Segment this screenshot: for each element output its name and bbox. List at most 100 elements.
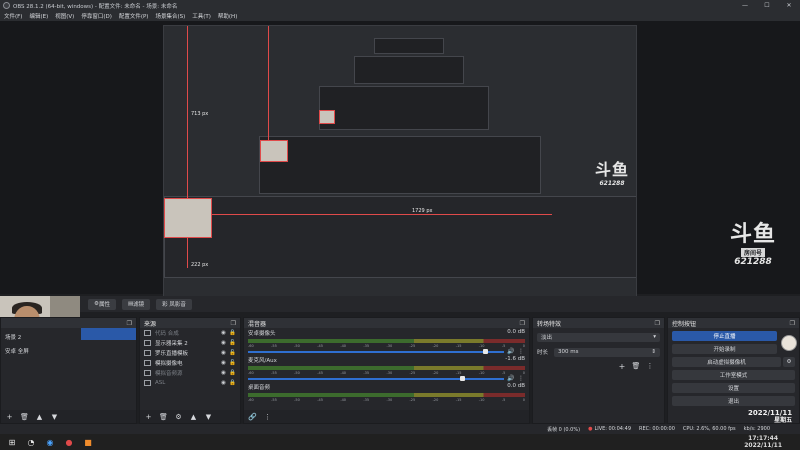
eye-icon[interactable]: ◉ <box>220 380 227 386</box>
obs-logo-icon <box>3 2 10 9</box>
windows-taskbar: ⊞ ◔ ◉ ● ■ 17:17:44 2022/11/11 <box>0 434 800 450</box>
arrow-up-icon[interactable]: ▲ <box>34 412 45 421</box>
trash-icon[interactable]: 🗑 <box>158 412 169 421</box>
add-icon[interactable]: + <box>4 412 15 421</box>
lock-icon[interactable]: 🔒 <box>229 380 236 386</box>
track-name: 麦克风/Aux <box>248 358 277 364</box>
virtual-camera-button[interactable]: 启动虚拟摄像机 <box>672 357 781 367</box>
transition-type-select[interactable]: 淡出 ▾ <box>537 332 660 342</box>
settings-button[interactable]: 设置 <box>672 383 795 393</box>
more-options-icon[interactable]: ⋮ <box>517 348 525 355</box>
trash-icon[interactable]: 🗑 <box>629 362 643 371</box>
dock-popout-icon[interactable]: ❐ <box>655 320 660 327</box>
arrow-down-icon[interactable]: ▼ <box>49 412 60 421</box>
add-icon[interactable]: + <box>615 362 629 371</box>
guide-line-right <box>212 214 552 215</box>
add-icon[interactable]: + <box>143 412 154 421</box>
track-name: 桌面音频 <box>248 385 271 391</box>
stop-streaming-button[interactable]: 停止直播 <box>672 331 777 341</box>
eye-icon[interactable]: ◉ <box>220 350 227 356</box>
trash-icon[interactable]: 🗑 <box>19 412 30 421</box>
menu-docks[interactable]: 停靠窗口(D) <box>81 12 112 20</box>
exit-button[interactable]: 退出 <box>672 396 795 406</box>
arrow-down-icon[interactable]: ▼ <box>203 412 214 421</box>
browser-icon[interactable]: ◉ <box>43 435 57 449</box>
slider-handle[interactable] <box>460 376 466 381</box>
search-icon[interactable]: ◔ <box>24 435 38 449</box>
bitrate: kb/s: 2900 <box>743 426 770 432</box>
dock-popout-icon[interactable]: ❐ <box>790 320 795 327</box>
preview-canvas[interactable]: 713 px 222 px 1729 px 斗鱼 621288 斗鱼 房间号 6… <box>0 21 800 312</box>
lock-icon[interactable]: 🔓 <box>229 340 236 346</box>
mixer-title: 混音器 <box>248 320 267 328</box>
filters-button[interactable]: ▤ 滤镜 <box>121 298 151 310</box>
menu-profile[interactable]: 配置文件(P) <box>119 12 149 20</box>
lock-icon[interactable]: 🔓 <box>229 350 236 356</box>
speaker-icon[interactable]: 🔊 <box>507 348 515 355</box>
menu-edit[interactable]: 编辑(E) <box>29 12 48 20</box>
dock-popout-icon[interactable]: ❐ <box>231 320 236 327</box>
lock-icon[interactable]: 🔓 <box>229 360 236 366</box>
arrow-up-icon[interactable]: ▲ <box>188 412 199 421</box>
gear-icon[interactable]: ⚙ <box>173 412 184 421</box>
source-row[interactable]: 模拟音频源 ◉ 🔒 <box>140 368 240 378</box>
controls-title: 控制按钮 <box>672 320 697 328</box>
preview-source-frame: 713 px 222 px 1729 px 斗鱼 621288 <box>163 25 637 312</box>
eye-icon[interactable]: ◉ <box>220 370 227 376</box>
close-button[interactable]: ✕ <box>778 0 800 11</box>
scene-item[interactable]: 安卓 全屏 <box>1 346 136 356</box>
source-row[interactable]: 代码 合成 ◉ 🔒 <box>140 328 240 338</box>
slider-handle[interactable] <box>483 349 489 354</box>
guide-line-bottom <box>187 238 188 268</box>
dock-popout-icon[interactable]: ❐ <box>127 320 132 327</box>
speaker-icon[interactable]: 🔊 <box>507 375 515 382</box>
source-row[interactable]: 显示器采集 2 ◉ 🔓 <box>140 338 240 348</box>
menu-file[interactable]: 文件(F) <box>4 12 22 20</box>
properties-button[interactable]: ⚙ 属性 <box>88 298 116 310</box>
studio-label-button[interactable]: 彩 凤影音 <box>156 298 192 310</box>
scene-selected-highlight[interactable] <box>81 328 136 340</box>
windows-start-icon[interactable]: ⊞ <box>5 435 19 449</box>
menu-help[interactable]: 帮助(H) <box>218 12 237 20</box>
duration-input[interactable]: 300 ms ⇕ <box>554 347 660 357</box>
obs-taskbar-icon[interactable]: ● <box>62 435 76 449</box>
menu-view[interactable]: 视图(V) <box>55 12 74 20</box>
meter-tick-label: -20 <box>432 344 439 348</box>
menu-scene-collection[interactable]: 场景集合(S) <box>155 12 185 20</box>
more-options-icon[interactable]: ⋮ <box>643 362 657 371</box>
eye-icon[interactable]: ◉ <box>220 340 227 346</box>
dimension-label-horizontal: 1729 px <box>412 208 433 214</box>
dimension-label-bottom: 222 px <box>191 262 209 268</box>
meter-tick-label: -60 <box>248 398 254 402</box>
lock-icon[interactable]: 🔒 <box>229 330 236 336</box>
lock-icon[interactable]: 🔒 <box>229 370 236 376</box>
selected-source-box <box>164 198 212 238</box>
douyu-logo: 斗鱼 房间号 621288 <box>729 222 776 267</box>
dock-popout-icon[interactable]: ❐ <box>520 320 525 327</box>
status-bar: 丢帧 0 (0.0%) ● LIVE: 00:04:49 REC: 00:00:… <box>0 424 800 434</box>
minimize-button[interactable]: — <box>734 0 756 11</box>
live-indicator-icon: ● <box>588 426 593 432</box>
more-options-icon[interactable]: ⋮ <box>517 375 525 382</box>
source-row[interactable]: ASL ◉ 🔒 <box>140 378 240 388</box>
start-recording-button[interactable]: 开始录制 <box>672 344 777 354</box>
more-options-icon[interactable]: ⋮ <box>262 412 273 421</box>
volume-slider[interactable] <box>248 349 504 354</box>
maximize-button[interactable]: ☐ <box>756 0 778 11</box>
source-row[interactable]: 模拟摄像电 ◉ 🔓 <box>140 358 240 368</box>
gear-icon[interactable]: ⚙ <box>783 357 795 367</box>
meter-scale: -60 -55 -50 -45 -40 -35 -30 -25 -20 -15 -10 -5 0 <box>248 398 525 402</box>
meter-tick-label: -15 <box>455 371 462 375</box>
nested-obs-ui <box>164 196 636 278</box>
volume-meter <box>248 339 525 343</box>
studio-mode-button[interactable]: 工作室模式 <box>672 370 795 380</box>
scenes-dock: ❐ 场景 2 安卓 全屏 + 🗑 ▲ ▼ <box>0 317 137 424</box>
link-icon[interactable]: 🔗 <box>247 412 258 421</box>
source-row[interactable]: 罗乐直播模板 ◉ 🔓 <box>140 348 240 358</box>
nested-preview-level-3 <box>354 56 464 84</box>
eye-icon[interactable]: ◉ <box>220 330 227 336</box>
menu-tools[interactable]: 工具(T) <box>192 12 211 20</box>
volume-slider[interactable] <box>248 376 504 381</box>
eye-icon[interactable]: ◉ <box>220 360 227 366</box>
app-taskbar-icon[interactable]: ■ <box>81 435 95 449</box>
